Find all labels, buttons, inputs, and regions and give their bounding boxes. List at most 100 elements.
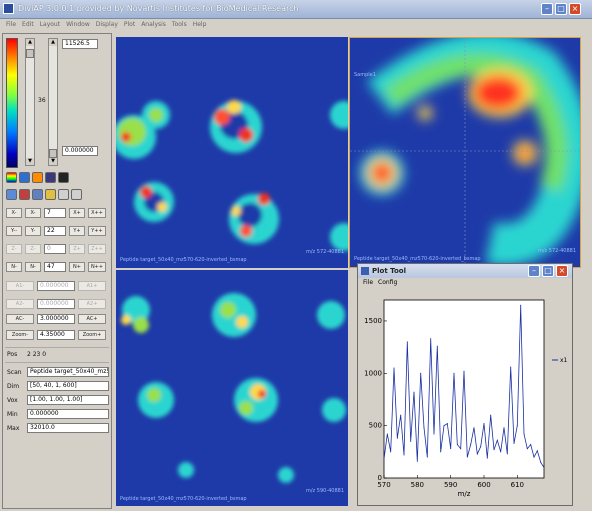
plot-tool-window[interactable]: Plot Tool – □ × File Config 0 500 1000 1500 5… [357, 263, 573, 506]
plot-menu-config[interactable]: Config [378, 278, 397, 288]
x-increment-fast-button[interactable]: X++ [88, 208, 106, 218]
menu-display[interactable]: Display [96, 19, 118, 31]
slider-thumb[interactable] [49, 149, 57, 158]
pencil-icon[interactable] [45, 189, 56, 200]
slider-thumb[interactable] [26, 49, 34, 58]
image-view-top-right[interactable]: Sample1 Peptide target_50x40_mz570-620-i… [349, 37, 581, 268]
x-axis-label: m/z [458, 490, 471, 498]
image-view-top-left[interactable]: Peptide target_50x40_mz570-620-inverted_… [116, 37, 348, 268]
close-icon[interactable]: × [569, 3, 581, 15]
menu-edit[interactable]: Edit [22, 19, 34, 31]
min-value-field[interactable]: 0.000000 [62, 146, 98, 156]
spectrum-icon[interactable] [32, 189, 43, 200]
maximize-icon[interactable]: □ [555, 3, 567, 15]
minimize-icon[interactable]: – [541, 3, 553, 15]
ion-image-heatmap[interactable] [116, 37, 348, 268]
x-field[interactable]: 7 [44, 208, 66, 218]
zoom-in-button[interactable]: Zoom+ [78, 330, 106, 340]
y-increment-button[interactable]: Y+ [69, 226, 85, 236]
menu-layout[interactable]: Layout [40, 19, 60, 31]
ac-field[interactable]: 3.000000 [37, 314, 75, 324]
a2-decrement-button[interactable]: A2- [6, 299, 34, 309]
x-decrement-fast-button[interactable]: X- [6, 208, 22, 218]
plot-minimize-icon[interactable]: – [528, 265, 540, 277]
plot-close-icon[interactable]: × [556, 265, 568, 277]
menu-file[interactable]: File [6, 19, 16, 31]
data-point [513, 442, 515, 444]
ion-image-heatmap-2[interactable] [116, 270, 348, 506]
a1-decrement-button[interactable]: A1- [6, 281, 34, 291]
zoom-field[interactable]: 4.35000 [37, 330, 75, 340]
hot-palette-icon[interactable] [32, 172, 43, 183]
z-increment-fast-button[interactable]: Z++ [88, 244, 106, 254]
invert-icon[interactable] [45, 172, 56, 183]
y-increment-fast-button[interactable]: Y++ [88, 226, 106, 236]
x-increment-button[interactable]: X+ [69, 208, 85, 218]
z-field[interactable]: 0 [44, 244, 66, 254]
n-decrement-button[interactable]: N- [25, 262, 41, 272]
z-decrement-button[interactable]: Z- [25, 244, 41, 254]
ion-image-zoomed[interactable] [350, 38, 580, 267]
z-increment-button[interactable]: Z+ [69, 244, 85, 254]
a2-increment-button[interactable]: A2+ [78, 299, 106, 309]
vox-field: [1.00, 1.00, 1.00] [27, 395, 109, 405]
blue-palette-icon[interactable] [19, 172, 30, 183]
data-point [506, 453, 508, 455]
n-field[interactable]: 47 [44, 262, 66, 272]
ac-decrement-button[interactable]: AC- [6, 314, 34, 324]
data-point [483, 423, 485, 425]
a1-field[interactable]: 0.000000 [37, 281, 75, 291]
sample-label: Sample1 [354, 72, 376, 78]
min-intensity-slider[interactable]: ▲ ▼ [48, 38, 58, 166]
y-field[interactable]: 22 [44, 226, 66, 236]
a2-field[interactable]: 0.000000 [37, 299, 75, 309]
image-icon[interactable] [6, 189, 17, 200]
arrow-icon[interactable] [58, 189, 69, 200]
x-decrement-button[interactable]: X- [25, 208, 41, 218]
spectrum-chart[interactable]: 050010001500570 580 590 600 610m/zx1 [358, 290, 572, 506]
max-value-field[interactable]: 11526.5 [62, 39, 98, 49]
data-point [496, 439, 498, 441]
rainbow-palette-icon[interactable] [6, 172, 17, 183]
view-caption: Peptide target_50x40_mz570-620-inverted_… [120, 496, 247, 502]
menu-window[interactable]: Window [66, 19, 90, 31]
data-point [530, 443, 532, 445]
slider-down-icon[interactable]: ▼ [26, 158, 34, 165]
slider-up-icon[interactable]: ▲ [49, 39, 57, 46]
application-window: DiviAP 3.0.0.1 provided by Novartis Inst… [0, 0, 592, 511]
x-tick-label: 610 [511, 481, 524, 489]
z-decrement-fast-button[interactable]: Z- [6, 244, 22, 254]
max-intensity-slider[interactable]: ▲ ▼ [25, 38, 35, 166]
data-point [533, 456, 535, 458]
y-decrement-fast-button[interactable]: Y-- [6, 226, 22, 236]
n-increment-fast-button[interactable]: N++ [88, 262, 106, 272]
view-caption: Peptide target_50x40_mz570-620-inverted_… [120, 257, 247, 263]
menu-plot[interactable]: Plot [124, 19, 135, 31]
n-increment-button[interactable]: N+ [69, 262, 85, 272]
plot-maximize-icon[interactable]: □ [542, 265, 554, 277]
slider-value: 36 [38, 97, 46, 104]
plot-menu-file[interactable]: File [363, 278, 373, 288]
y-decrement-button[interactable]: Y- [25, 226, 41, 236]
slider-down-icon[interactable]: ▼ [49, 158, 57, 165]
close-view-icon[interactable] [71, 189, 82, 200]
data-point [476, 453, 478, 455]
min-field: 0.000000 [27, 409, 109, 419]
data-point [523, 433, 525, 435]
legend-label: x1 [560, 357, 568, 364]
ac-increment-button[interactable]: AC+ [78, 314, 106, 324]
slider-up-icon[interactable]: ▲ [26, 39, 34, 46]
zoom-out-button[interactable]: Zoom- [6, 330, 34, 340]
color-scale-bar [6, 38, 18, 168]
data-point [420, 372, 422, 374]
menu-help[interactable]: Help [193, 19, 207, 31]
menu-tools[interactable]: Tools [172, 19, 187, 31]
tool-toolbar [6, 189, 84, 201]
image-view-bottom-left[interactable]: Peptide target_50x40_mz570-620-inverted_… [116, 270, 348, 506]
data-point [446, 423, 448, 425]
a1-increment-button[interactable]: A1+ [78, 281, 106, 291]
menu-analysis[interactable]: Analysis [141, 19, 166, 31]
gray-palette-icon[interactable] [58, 172, 69, 183]
roi-icon[interactable] [19, 189, 30, 200]
n-decrement-fast-button[interactable]: N- [6, 262, 22, 272]
